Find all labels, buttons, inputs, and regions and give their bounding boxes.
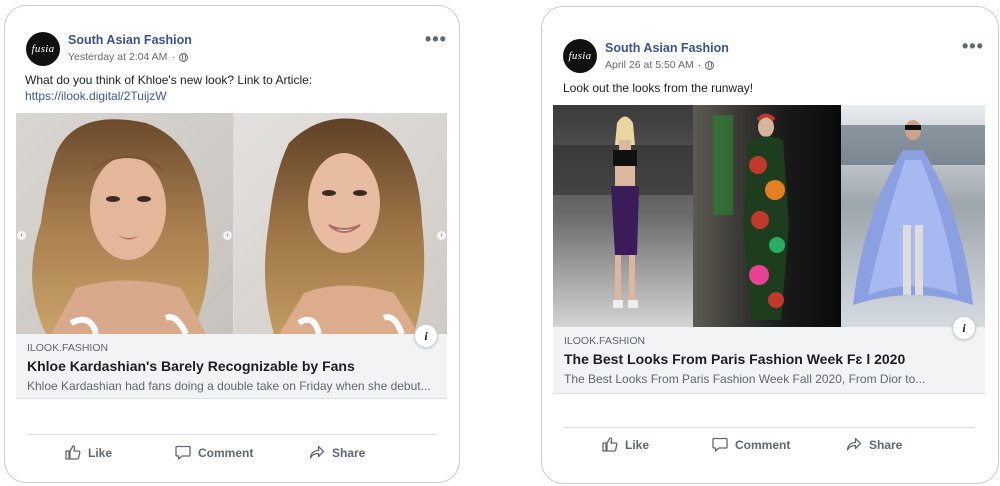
page-avatar[interactable]: fusia xyxy=(563,39,597,73)
page-avatar[interactable]: fusia xyxy=(26,32,60,66)
post-meta: April 26 at 5:50 AM · xyxy=(605,59,715,71)
link-headline[interactable]: Khloe Kardashian's Barely Recognizable b… xyxy=(27,358,355,374)
post-timestamp[interactable]: Yesterday at 2:04 AM xyxy=(68,51,167,63)
more-options-button[interactable]: ••• xyxy=(425,30,447,48)
comment-label: Comment xyxy=(198,445,254,460)
like-label: Like xyxy=(88,445,113,460)
share-icon xyxy=(846,437,862,451)
runway-collage-image xyxy=(553,105,985,327)
post-card: fusia South Asian Fashion April 26 at 5:… xyxy=(541,6,999,484)
more-options-button[interactable]: ••• xyxy=(962,37,984,55)
like-label: Like xyxy=(625,437,650,452)
comment-icon xyxy=(175,445,191,460)
link-preview[interactable]: ILOOK.FASHION Khloe Kardashian's Barely … xyxy=(16,334,447,399)
post-image[interactable] xyxy=(553,105,985,327)
page-name-link[interactable]: South Asian Fashion xyxy=(605,41,729,55)
divider xyxy=(563,427,975,428)
carousel-images[interactable]: ‹ › › xyxy=(16,113,447,334)
post-link[interactable]: https://ilook.digital/2TuijzW xyxy=(25,88,445,104)
post-meta: Yesterday at 2:04 AM · xyxy=(68,51,188,63)
post-message: What do you think of Khloe's new look? L… xyxy=(25,73,313,87)
post-text: What do you think of Khloe's new look? L… xyxy=(25,72,445,104)
globe-icon xyxy=(178,52,188,62)
like-button[interactable]: Like xyxy=(602,437,649,452)
carousel-prev-icon[interactable]: ‹ xyxy=(17,231,26,240)
share-button[interactable]: Share xyxy=(846,437,902,452)
comment-button[interactable]: Comment xyxy=(712,437,790,452)
comment-button[interactable]: Comment xyxy=(175,445,253,460)
divider xyxy=(27,434,437,435)
thumbs-up-icon xyxy=(65,445,81,460)
khloe-photo-left xyxy=(16,113,233,334)
post-message: Look out the looks from the runway! xyxy=(563,81,754,95)
link-description: Khloe Kardashian had fans doing a double… xyxy=(27,379,431,393)
thumbs-up-icon xyxy=(602,437,618,452)
link-preview[interactable]: ILOOK.FASHION The Best Looks From Paris … xyxy=(553,327,985,394)
comment-icon xyxy=(712,437,728,452)
link-domain: ILOOK.FASHION xyxy=(27,342,109,354)
post-card: fusia South Asian Fashion Yesterday at 2… xyxy=(4,5,460,483)
carousel-next-icon[interactable]: › xyxy=(223,231,232,240)
page-name-link[interactable]: South Asian Fashion xyxy=(68,33,192,47)
comment-label: Comment xyxy=(735,437,791,452)
info-icon[interactable]: i xyxy=(952,316,976,340)
carousel-next-icon[interactable]: › xyxy=(437,231,446,240)
post-timestamp[interactable]: April 26 at 5:50 AM xyxy=(605,59,694,71)
link-headline[interactable]: The Best Looks From Paris Fashion Week F… xyxy=(564,351,905,367)
share-label: Share xyxy=(869,437,903,452)
like-button[interactable]: Like xyxy=(65,445,112,460)
link-description: The Best Looks From Paris Fashion Week F… xyxy=(564,372,926,386)
share-button[interactable]: Share xyxy=(309,445,365,460)
info-icon[interactable]: i xyxy=(414,324,438,348)
link-domain: ILOOK.FASHION xyxy=(564,335,646,347)
share-label: Share xyxy=(332,445,366,460)
share-icon xyxy=(309,445,325,459)
globe-icon xyxy=(705,60,715,70)
khloe-photo-right xyxy=(234,113,447,334)
